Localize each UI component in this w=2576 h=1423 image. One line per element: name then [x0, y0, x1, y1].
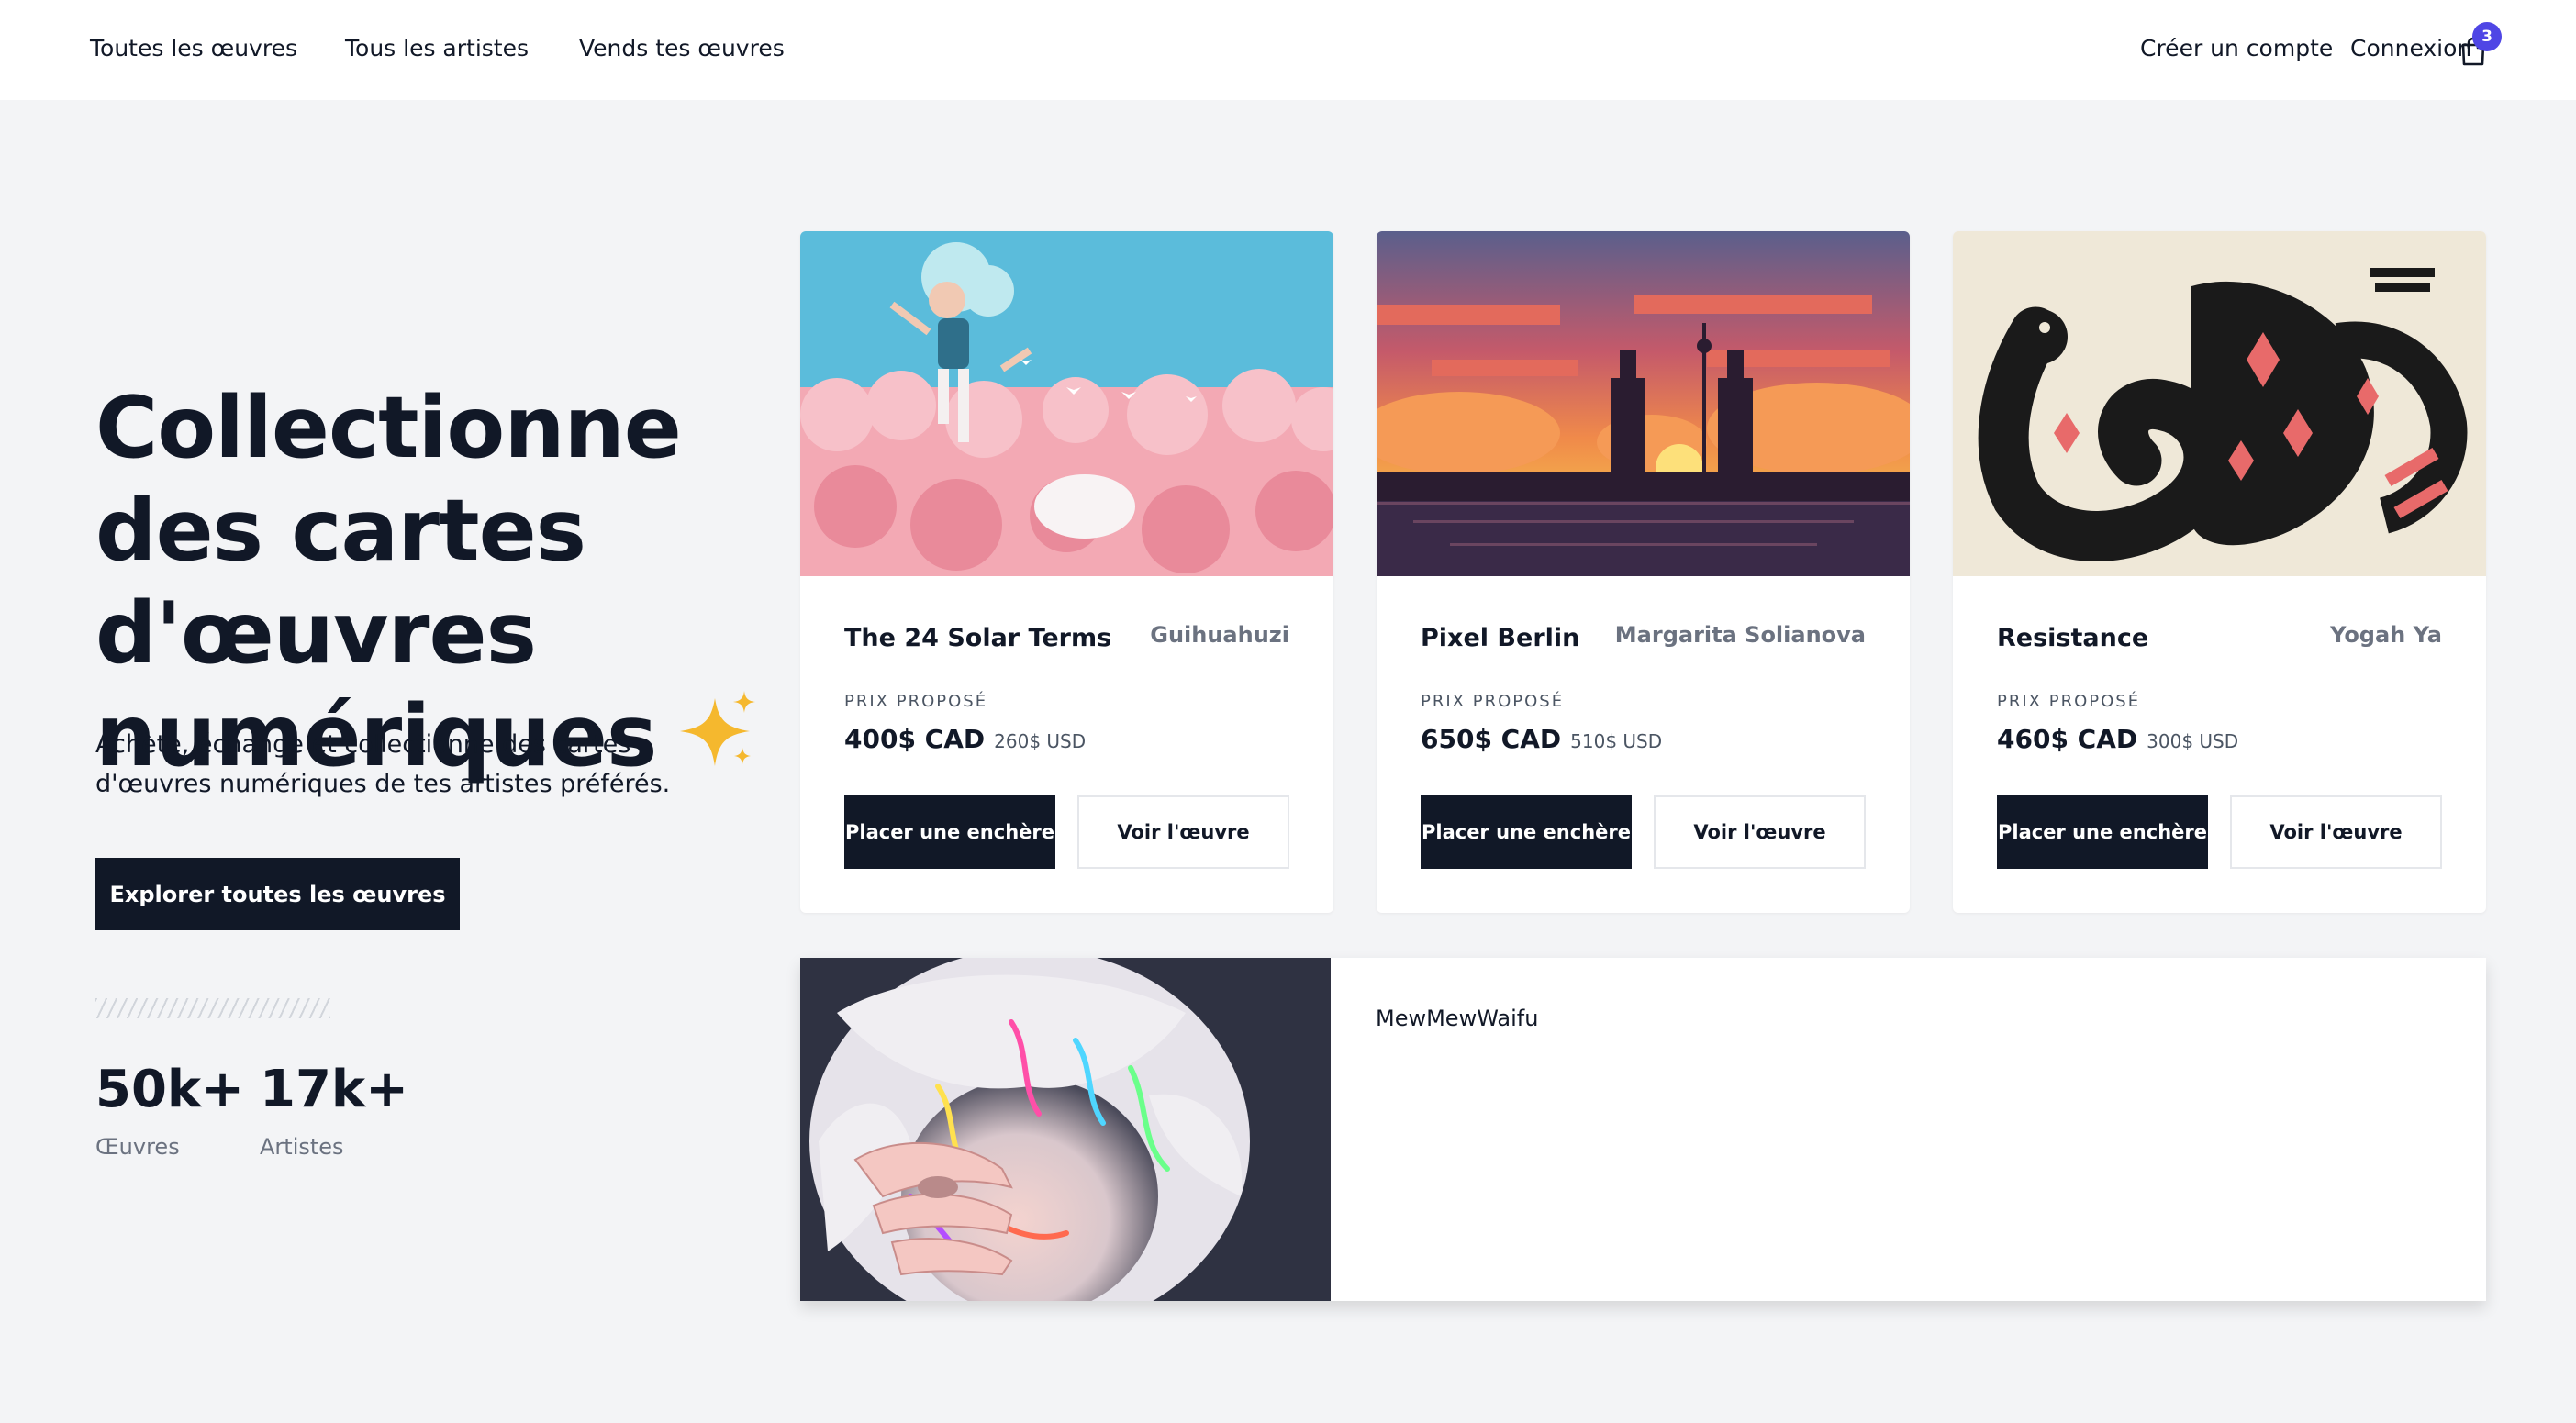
stat-artists-label: Artistes	[260, 1134, 344, 1160]
price-cad: 400$ CAD	[844, 724, 986, 754]
artwork-card: The 24 Solar Terms Guihuahuzi PRIX PROPO…	[800, 231, 1333, 913]
place-bid-button[interactable]: Placer une enchère	[1421, 795, 1632, 869]
card-price: 400$ CAD 260$ USD	[844, 724, 1086, 754]
nav-link-sell-artworks[interactable]: Vends tes œuvres	[579, 35, 785, 61]
artwork-image-featured[interactable]	[800, 958, 1331, 1301]
price-usd: 300$ USD	[2147, 730, 2239, 752]
price-label: PRIX PROPOSÉ	[1421, 692, 1565, 711]
artwork-image-resistance[interactable]	[1953, 231, 2486, 576]
card-artist[interactable]: Margarita Solianova	[1615, 622, 1866, 648]
view-artwork-button[interactable]: Voir l'œuvre	[1654, 795, 1866, 869]
card-price: 650$ CAD 510$ USD	[1421, 724, 1662, 754]
nav-link-all-artists[interactable]: Tous les artistes	[345, 35, 529, 61]
place-bid-button[interactable]: Placer une enchère	[1997, 795, 2208, 869]
price-label: PRIX PROPOSÉ	[1997, 692, 2141, 711]
hero-subtitle: Achète, échange et collectionne des cart…	[95, 730, 671, 798]
artwork-card: Resistance Yogah Ya PRIX PROPOSÉ 460$ CA…	[1953, 231, 2486, 913]
nav-link-all-artworks[interactable]: Toutes les œuvres	[90, 35, 297, 61]
artwork-image-pixel-berlin[interactable]	[1377, 231, 1910, 576]
create-account-link[interactable]: Créer un compte	[2140, 35, 2333, 61]
artwork-image-solar-terms[interactable]	[800, 231, 1333, 576]
view-artwork-button[interactable]: Voir l'œuvre	[2230, 795, 2442, 869]
card-artist[interactable]: Guihuahuzi	[1150, 622, 1289, 648]
place-bid-button[interactable]: Placer une enchère	[844, 795, 1055, 869]
price-usd: 510$ USD	[1570, 730, 1663, 752]
price-usd: 260$ USD	[994, 730, 1087, 752]
cart-count-badge: 3	[2472, 22, 2502, 51]
price-label: PRIX PROPOSÉ	[844, 692, 988, 711]
featured-artwork-name[interactable]: MewMewWaifu	[1376, 1006, 1538, 1031]
login-link[interactable]: Connexion	[2350, 35, 2471, 61]
stat-artworks-label: Œuvres	[95, 1134, 180, 1160]
view-artwork-button[interactable]: Voir l'œuvre	[1077, 795, 1289, 869]
price-cad: 650$ CAD	[1421, 724, 1562, 754]
stat-artists-value: 17k+	[260, 1060, 409, 1119]
card-title[interactable]: Resistance	[1997, 624, 2148, 652]
card-artist[interactable]: Yogah Ya	[2330, 622, 2442, 648]
featured-artwork-card[interactable]: MewMewWaifu	[800, 958, 2486, 1301]
card-title[interactable]: The 24 Solar Terms	[844, 624, 1111, 652]
stat-artworks-value: 50k+	[95, 1060, 245, 1119]
price-cad: 460$ CAD	[1997, 724, 2138, 754]
card-title[interactable]: Pixel Berlin	[1421, 624, 1579, 652]
decorative-hatch-divider	[95, 998, 330, 1018]
artwork-card: Pixel Berlin Margarita Solianova PRIX PR…	[1377, 231, 1910, 913]
explore-artworks-button[interactable]: Explorer toutes les œuvres	[95, 858, 460, 930]
top-navigation: Toutes les œuvres Tous les artistes Vend…	[0, 0, 2576, 100]
card-price: 460$ CAD 300$ USD	[1997, 724, 2238, 754]
